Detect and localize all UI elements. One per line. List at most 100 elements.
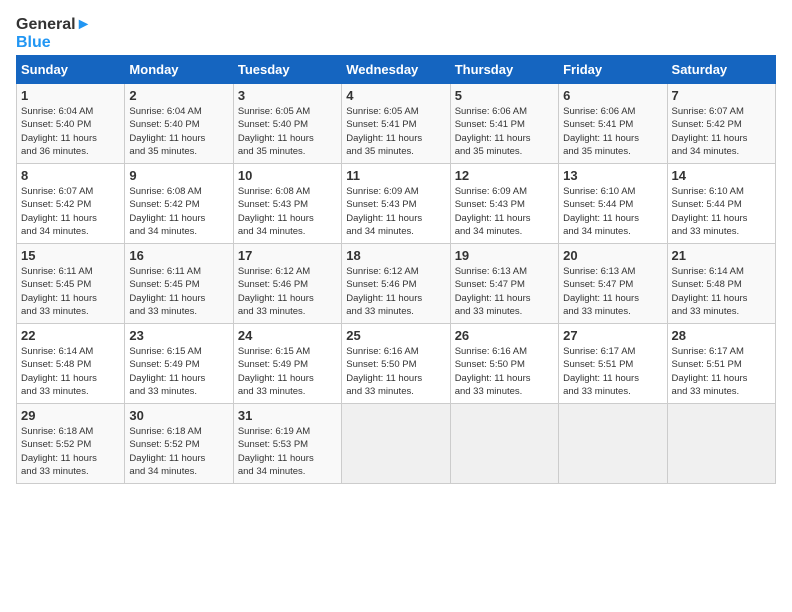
- day-number: 21: [672, 248, 771, 263]
- calendar-week-1: 1Sunrise: 6:04 AM Sunset: 5:40 PM Daylig…: [17, 84, 776, 164]
- calendar-cell: 11 Sunrise: 6:09 AM Sunset: 5:43 PM Dayli…: [342, 164, 450, 244]
- day-info: Sunrise: 6:14 AM Sunset: 5:48 PM Dayligh…: [21, 345, 120, 398]
- day-number: 17: [238, 248, 337, 263]
- day-header-monday: Monday: [125, 56, 233, 84]
- calendar-week-4: 22 Sunrise: 6:14 AM Sunset: 5:48 PM Dayli…: [17, 324, 776, 404]
- calendar-cell: 24 Sunrise: 6:15 AM Sunset: 5:49 PM Dayli…: [233, 324, 341, 404]
- day-number: 3: [238, 88, 337, 103]
- day-number: 5: [455, 88, 554, 103]
- day-info: Sunrise: 6:06 AM Sunset: 5:41 PM Dayligh…: [455, 105, 554, 158]
- calendar-cell: 25 Sunrise: 6:16 AM Sunset: 5:50 PM Dayli…: [342, 324, 450, 404]
- day-number: 20: [563, 248, 662, 263]
- calendar-cell: 7 Sunrise: 6:07 AM Sunset: 5:42 PM Daylig…: [667, 84, 775, 164]
- day-info: Sunrise: 6:12 AM Sunset: 5:46 PM Dayligh…: [238, 265, 337, 318]
- day-number: 30: [129, 408, 228, 423]
- day-number: 28: [672, 328, 771, 343]
- day-info: Sunrise: 6:07 AM Sunset: 5:42 PM Dayligh…: [672, 105, 771, 158]
- calendar-cell: 8 Sunrise: 6:07 AM Sunset: 5:42 PM Daylig…: [17, 164, 125, 244]
- day-number: 4: [346, 88, 445, 103]
- day-header-tuesday: Tuesday: [233, 56, 341, 84]
- day-info: Sunrise: 6:07 AM Sunset: 5:42 PM Dayligh…: [21, 185, 120, 238]
- day-info: Sunrise: 6:13 AM Sunset: 5:47 PM Dayligh…: [563, 265, 662, 318]
- day-info: Sunrise: 6:05 AM Sunset: 5:41 PM Dayligh…: [346, 105, 445, 158]
- calendar-cell: 2 Sunrise: 6:04 AM Sunset: 5:40 PM Daylig…: [125, 84, 233, 164]
- day-info: Sunrise: 6:08 AM Sunset: 5:43 PM Dayligh…: [238, 185, 337, 238]
- calendar-cell: 20 Sunrise: 6:13 AM Sunset: 5:47 PM Dayli…: [559, 244, 667, 324]
- calendar-cell: 5 Sunrise: 6:06 AM Sunset: 5:41 PM Daylig…: [450, 84, 558, 164]
- calendar-cell: 1Sunrise: 6:04 AM Sunset: 5:40 PM Daylig…: [17, 84, 125, 164]
- day-info: Sunrise: 6:18 AM Sunset: 5:52 PM Dayligh…: [129, 425, 228, 478]
- day-info: Sunrise: 6:09 AM Sunset: 5:43 PM Dayligh…: [346, 185, 445, 238]
- day-info: Sunrise: 6:10 AM Sunset: 5:44 PM Dayligh…: [672, 185, 771, 238]
- day-number: 18: [346, 248, 445, 263]
- calendar-cell: 16Sunrise: 6:11 AM Sunset: 5:45 PM Dayli…: [125, 244, 233, 324]
- day-number: 31: [238, 408, 337, 423]
- day-header-sunday: Sunday: [17, 56, 125, 84]
- header-row: SundayMondayTuesdayWednesdayThursdayFrid…: [17, 56, 776, 84]
- calendar-cell: [667, 404, 775, 484]
- day-number: 13: [563, 168, 662, 183]
- day-info: Sunrise: 6:08 AM Sunset: 5:42 PM Dayligh…: [129, 185, 228, 238]
- day-number: 29: [21, 408, 120, 423]
- day-number: 11: [346, 168, 445, 183]
- day-number: 24: [238, 328, 337, 343]
- day-number: 15: [21, 248, 120, 263]
- calendar-cell: 17 Sunrise: 6:12 AM Sunset: 5:46 PM Dayli…: [233, 244, 341, 324]
- day-info: Sunrise: 6:18 AM Sunset: 5:52 PM Dayligh…: [21, 425, 120, 478]
- day-header-thursday: Thursday: [450, 56, 558, 84]
- day-info: Sunrise: 6:17 AM Sunset: 5:51 PM Dayligh…: [563, 345, 662, 398]
- calendar-cell: 6Sunrise: 6:06 AM Sunset: 5:41 PM Daylig…: [559, 84, 667, 164]
- day-info: Sunrise: 6:17 AM Sunset: 5:51 PM Dayligh…: [672, 345, 771, 398]
- logo-text-line2: Blue: [16, 34, 91, 52]
- day-info: Sunrise: 6:19 AM Sunset: 5:53 PM Dayligh…: [238, 425, 337, 478]
- day-header-wednesday: Wednesday: [342, 56, 450, 84]
- calendar-cell: 21Sunrise: 6:14 AM Sunset: 5:48 PM Dayli…: [667, 244, 775, 324]
- calendar-cell: 22 Sunrise: 6:14 AM Sunset: 5:48 PM Dayli…: [17, 324, 125, 404]
- day-info: Sunrise: 6:04 AM Sunset: 5:40 PM Dayligh…: [21, 105, 120, 158]
- day-info: Sunrise: 6:16 AM Sunset: 5:50 PM Dayligh…: [455, 345, 554, 398]
- calendar-cell: 15 Sunrise: 6:11 AM Sunset: 5:45 PM Dayli…: [17, 244, 125, 324]
- calendar-cell: 14 Sunrise: 6:10 AM Sunset: 5:44 PM Dayli…: [667, 164, 775, 244]
- day-info: Sunrise: 6:09 AM Sunset: 5:43 PM Dayligh…: [455, 185, 554, 238]
- calendar-cell: 10Sunrise: 6:08 AM Sunset: 5:43 PM Dayli…: [233, 164, 341, 244]
- logo: General► Blue: [16, 16, 91, 51]
- day-info: Sunrise: 6:04 AM Sunset: 5:40 PM Dayligh…: [129, 105, 228, 158]
- calendar-cell: [450, 404, 558, 484]
- calendar-cell: 31 Sunrise: 6:19 AM Sunset: 5:53 PM Dayli…: [233, 404, 341, 484]
- day-info: Sunrise: 6:15 AM Sunset: 5:49 PM Dayligh…: [238, 345, 337, 398]
- day-number: 7: [672, 88, 771, 103]
- day-number: 26: [455, 328, 554, 343]
- page-header: General► Blue: [16, 16, 776, 51]
- day-header-friday: Friday: [559, 56, 667, 84]
- day-header-saturday: Saturday: [667, 56, 775, 84]
- day-info: Sunrise: 6:16 AM Sunset: 5:50 PM Dayligh…: [346, 345, 445, 398]
- calendar-cell: 3Sunrise: 6:05 AM Sunset: 5:40 PM Daylig…: [233, 84, 341, 164]
- day-info: Sunrise: 6:12 AM Sunset: 5:46 PM Dayligh…: [346, 265, 445, 318]
- day-number: 22: [21, 328, 120, 343]
- day-info: Sunrise: 6:11 AM Sunset: 5:45 PM Dayligh…: [129, 265, 228, 318]
- day-number: 27: [563, 328, 662, 343]
- calendar-week-3: 15 Sunrise: 6:11 AM Sunset: 5:45 PM Dayli…: [17, 244, 776, 324]
- calendar-cell: 18 Sunrise: 6:12 AM Sunset: 5:46 PM Dayli…: [342, 244, 450, 324]
- day-number: 8: [21, 168, 120, 183]
- day-info: Sunrise: 6:10 AM Sunset: 5:44 PM Dayligh…: [563, 185, 662, 238]
- day-info: Sunrise: 6:13 AM Sunset: 5:47 PM Dayligh…: [455, 265, 554, 318]
- logo-text-line1: General►: [16, 16, 91, 34]
- calendar-week-2: 8 Sunrise: 6:07 AM Sunset: 5:42 PM Daylig…: [17, 164, 776, 244]
- day-info: Sunrise: 6:11 AM Sunset: 5:45 PM Dayligh…: [21, 265, 120, 318]
- calendar-cell: [342, 404, 450, 484]
- day-number: 12: [455, 168, 554, 183]
- day-number: 6: [563, 88, 662, 103]
- calendar-cell: 28 Sunrise: 6:17 AM Sunset: 5:51 PM Dayli…: [667, 324, 775, 404]
- day-number: 14: [672, 168, 771, 183]
- day-number: 2: [129, 88, 228, 103]
- day-info: Sunrise: 6:15 AM Sunset: 5:49 PM Dayligh…: [129, 345, 228, 398]
- calendar-cell: 26 Sunrise: 6:16 AM Sunset: 5:50 PM Dayli…: [450, 324, 558, 404]
- calendar-cell: 9Sunrise: 6:08 AM Sunset: 5:42 PM Daylig…: [125, 164, 233, 244]
- day-number: 23: [129, 328, 228, 343]
- calendar-cell: 29 Sunrise: 6:18 AM Sunset: 5:52 PM Dayli…: [17, 404, 125, 484]
- calendar-cell: 27 Sunrise: 6:17 AM Sunset: 5:51 PM Dayli…: [559, 324, 667, 404]
- calendar-cell: 4 Sunrise: 6:05 AM Sunset: 5:41 PM Daylig…: [342, 84, 450, 164]
- calendar-cell: [559, 404, 667, 484]
- day-number: 25: [346, 328, 445, 343]
